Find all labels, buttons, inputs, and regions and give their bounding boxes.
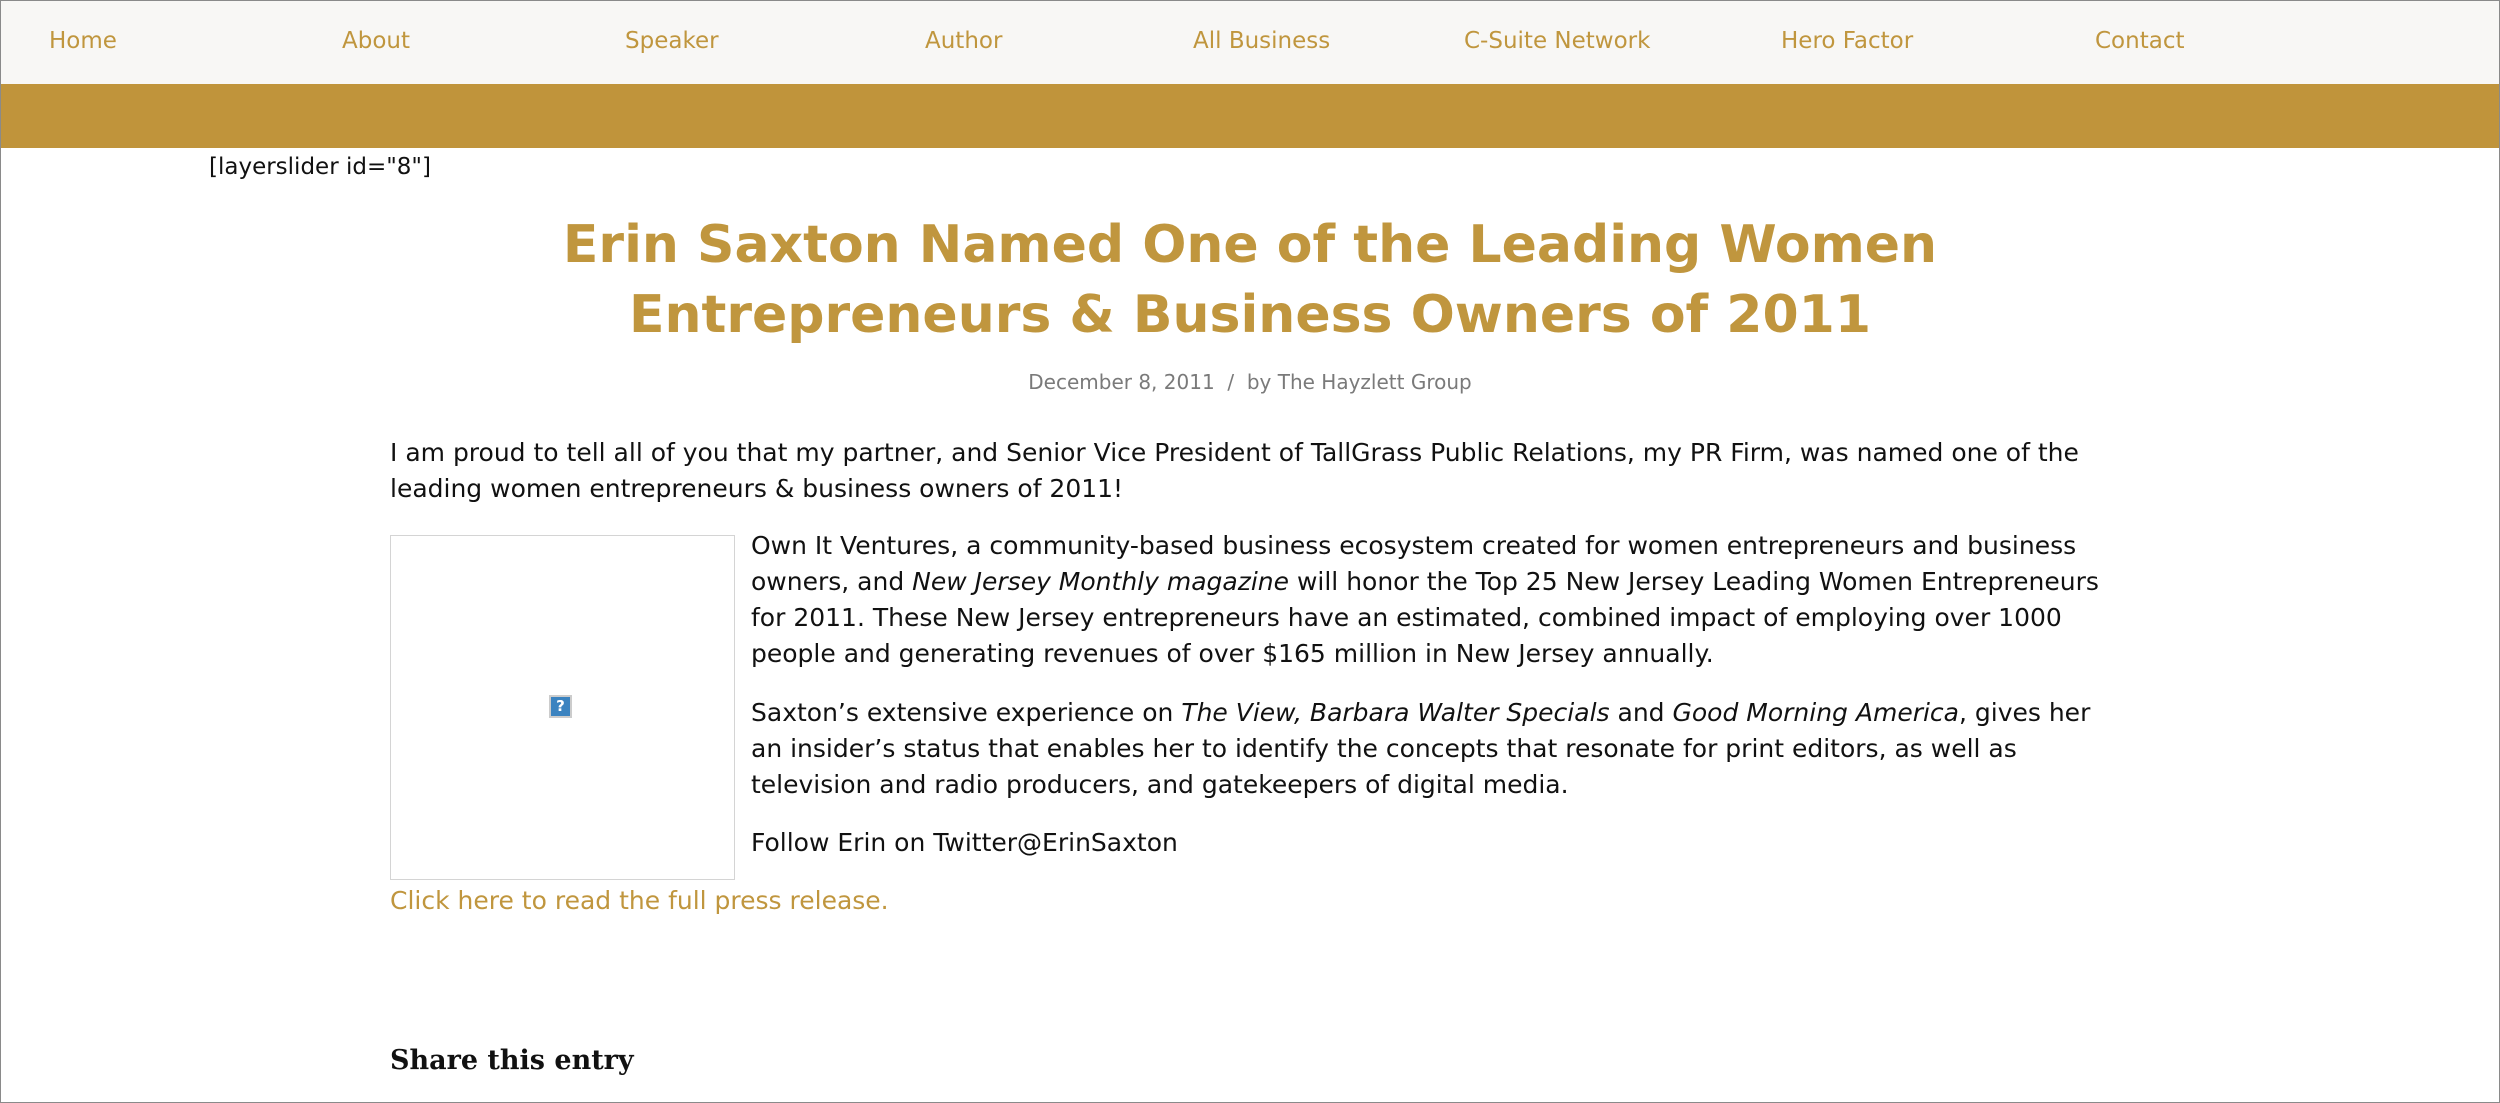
broken-image: ? — [390, 535, 735, 880]
broken-image-icon: ? — [549, 695, 572, 718]
press-release-link[interactable]: Click here to read the full press releas… — [390, 883, 889, 919]
nav-hero-factor[interactable]: Hero Factor — [1781, 28, 1913, 54]
post-date[interactable]: December 8, 2011 — [1028, 370, 1214, 394]
post-author[interactable]: by The Hayzlett Group — [1247, 370, 1472, 394]
post-title: Erin Saxton Named One of the Leading Wom… — [420, 210, 2080, 350]
magazine-name: New Jersey Monthly magazine — [912, 567, 1290, 596]
follow-text: Follow Erin on Twitter@ErinSaxton — [751, 828, 1178, 857]
share-heading: Share this entry — [390, 1045, 634, 1076]
post-title-line-2: Entrepreneurs & Business Owners of 2011 — [628, 285, 1872, 345]
nav-author[interactable]: Author — [925, 28, 1002, 54]
post-meta: December 8, 2011 / by The Hayzlett Group — [0, 370, 2500, 394]
paragraph-own-it-ventures: Own It Ventures, a community-based busin… — [751, 528, 2111, 672]
header-banner — [1, 84, 2499, 148]
top-navigation: Home About Speaker Author All Business C… — [1, 1, 2499, 84]
nav-speaker[interactable]: Speaker — [625, 28, 719, 54]
intro-paragraph: I am proud to tell all of you that my pa… — [390, 438, 2079, 503]
nav-about[interactable]: About — [342, 28, 410, 54]
nav-all-business[interactable]: All Business — [1193, 28, 1330, 54]
paragraph-experience: Saxton’s extensive experience on The Vie… — [751, 695, 2111, 803]
text: Saxton’s extensive experience on — [751, 698, 1182, 727]
post-title-line-1: Erin Saxton Named One of the Leading Wom… — [562, 215, 1938, 275]
show-name: Good Morning America — [1672, 698, 1959, 727]
text: and — [1609, 698, 1673, 727]
nav-home[interactable]: Home — [49, 28, 117, 54]
layerslider-shortcode: [layerslider id="8"] — [209, 154, 431, 180]
nav-c-suite-network[interactable]: C-Suite Network — [1464, 28, 1650, 54]
nav-contact[interactable]: Contact — [2095, 28, 2184, 54]
meta-separator: / — [1227, 370, 1235, 394]
show-name: The View, Barbara Walter Specials — [1181, 698, 1610, 727]
paragraph-follow: Follow Erin on Twitter@ErinSaxton — [751, 825, 2111, 861]
